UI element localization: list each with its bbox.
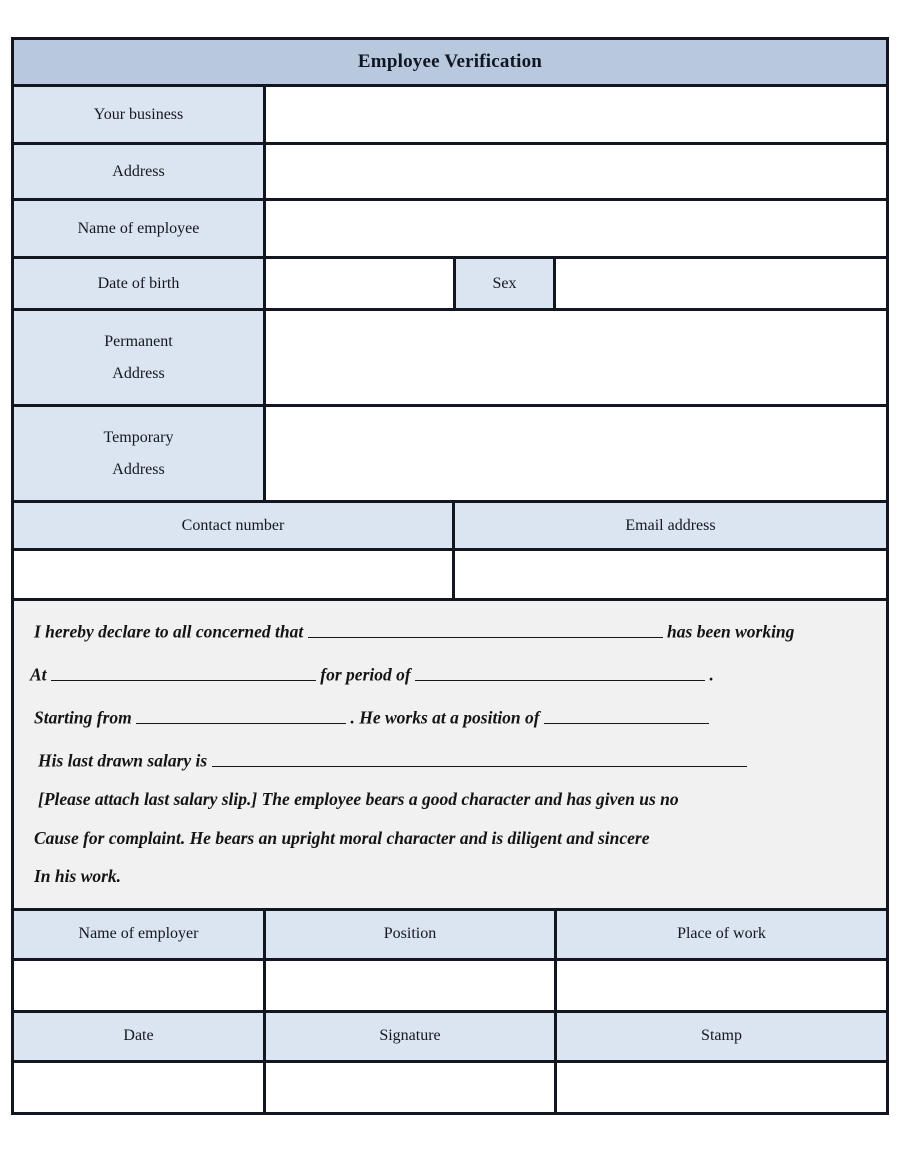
- declaration-line-2: At for period of .: [30, 662, 870, 684]
- input-name-of-employee[interactable]: [263, 201, 886, 256]
- declaration-line-7: In his work.: [34, 866, 122, 886]
- label-contact-number: Contact number: [14, 503, 452, 548]
- header-name-of-employer: Name of employer: [14, 910, 263, 958]
- row-contact-email-values: [11, 551, 889, 601]
- input-permanent-address[interactable]: [263, 311, 886, 404]
- declaration-line2-text-b: for period of: [320, 664, 411, 685]
- label-temporary-address: Temporary Address: [14, 407, 263, 500]
- label-permanent-line1: Permanent: [104, 332, 173, 350]
- declaration-line1-text-a: I hereby declare to all concerned that: [34, 621, 304, 642]
- row-employer-values: [11, 960, 889, 1013]
- label-email-address: Email address: [452, 503, 886, 548]
- input-sex[interactable]: [553, 259, 886, 308]
- row-signature-values: [11, 1062, 889, 1115]
- input-signature[interactable]: [263, 1062, 554, 1112]
- input-email-address[interactable]: [452, 551, 886, 598]
- form-title-row: Employee Verification: [11, 37, 889, 87]
- declaration-line4-text-a: His last drawn salary is: [38, 750, 208, 771]
- input-date[interactable]: [14, 1062, 263, 1112]
- label-temporary-line1: Temporary: [103, 428, 174, 446]
- row-temporary-address: Temporary Address: [11, 407, 889, 503]
- header-position: Position: [263, 910, 554, 958]
- input-stamp[interactable]: [554, 1062, 886, 1112]
- label-sex: Sex: [453, 259, 553, 308]
- label-address: Address: [14, 145, 263, 198]
- label-your-business: Your business: [14, 87, 263, 142]
- declaration-line-4: His last drawn salary is: [30, 748, 870, 770]
- row-employer-headers: Name of employer Position Place of work: [11, 910, 889, 961]
- label-permanent-address: Permanent Address: [14, 311, 263, 404]
- declaration-line-1: I hereby declare to all concerned that h…: [30, 619, 870, 641]
- row-permanent-address: Permanent Address: [11, 311, 889, 407]
- blank-last-salary[interactable]: [211, 748, 747, 767]
- declaration-block: I hereby declare to all concerned that h…: [11, 601, 889, 911]
- row-contact-email-headers: Contact number Email address: [11, 503, 889, 551]
- label-permanent-line2: Address: [112, 364, 165, 382]
- input-address[interactable]: [263, 145, 886, 198]
- input-position[interactable]: [263, 960, 554, 1010]
- declaration-line3-text-b: . He works at a position of: [350, 707, 540, 728]
- declaration-line3-text-a: Starting from: [34, 707, 132, 728]
- input-name-of-employer[interactable]: [14, 960, 263, 1010]
- page-title: Employee Verification: [357, 51, 543, 72]
- blank-starting-from[interactable]: [136, 705, 347, 724]
- input-place-of-work[interactable]: [554, 960, 886, 1010]
- label-temporary-line2: Address: [112, 460, 165, 478]
- input-temporary-address[interactable]: [263, 407, 886, 500]
- declaration-line-5: [Please attach last salary slip.] The em…: [38, 789, 679, 809]
- declaration-line-6: Cause for complaint. He bears an upright…: [34, 827, 650, 848]
- blank-position[interactable]: [544, 705, 709, 724]
- row-your-business: Your business: [11, 87, 889, 145]
- header-stamp: Stamp: [554, 1012, 886, 1060]
- input-your-business[interactable]: [263, 87, 886, 142]
- row-date-of-birth: Date of birth Sex: [11, 259, 889, 311]
- header-place-of-work: Place of work: [554, 910, 886, 958]
- input-date-of-birth[interactable]: [263, 259, 453, 308]
- label-name-of-employee: Name of employee: [14, 201, 263, 256]
- blank-period[interactable]: [415, 662, 706, 681]
- declaration-line-3: Starting from . He works at a position o…: [30, 705, 870, 727]
- blank-workplace[interactable]: [50, 662, 316, 681]
- declaration-line2-text-a: At: [30, 664, 47, 685]
- row-address: Address: [11, 145, 889, 201]
- header-date: Date: [14, 1012, 263, 1060]
- label-date-of-birth: Date of birth: [14, 259, 263, 308]
- row-signature-headers: Date Signature Stamp: [11, 1012, 889, 1063]
- declaration-line1-text-b: has been working: [667, 621, 795, 642]
- declaration-line2-text-c: .: [709, 664, 714, 685]
- header-signature: Signature: [263, 1012, 554, 1060]
- employee-verification-form: Employee Verification Your business Addr…: [11, 37, 889, 1115]
- form-page: www.buysampleforms.com Employee Verifica…: [0, 0, 900, 1156]
- input-contact-number[interactable]: [14, 551, 452, 598]
- blank-employee-name[interactable]: [307, 619, 663, 638]
- row-name-of-employee: Name of employee: [11, 201, 889, 259]
